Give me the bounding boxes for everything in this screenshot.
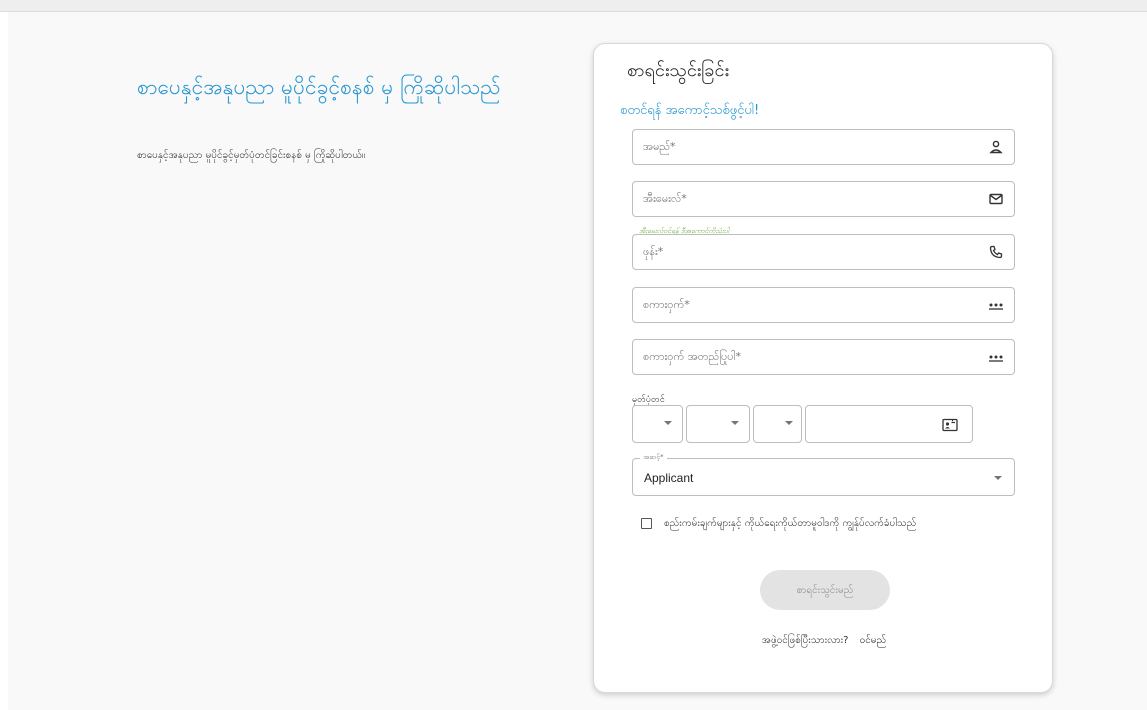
confirm-password-field[interactable]: စကားဝှက် အတည်ပြုပါ* — [632, 339, 1015, 375]
password-dots-icon — [988, 349, 1004, 365]
role-select[interactable]: အဆင့်* Applicant — [632, 453, 1015, 496]
password-dots-icon — [988, 297, 1004, 313]
email-field[interactable]: အီးမေးလ်* — [632, 181, 1015, 217]
welcome-subtitle: စာပေနှင့်အနုပညာ မူပိုင်ခွင့်မှတ်ပုံတင်ခြ… — [137, 150, 366, 161]
person-icon — [988, 139, 1004, 155]
password-field-label: စကားဝှက်* — [643, 298, 690, 311]
login-row: အဖွဲ့ဝင်ဖြစ်ပြီးသားလား? ဝင်မည် — [594, 633, 1054, 648]
login-prompt: အဖွဲ့ဝင်ဖြစ်ပြီးသားလား? — [761, 635, 849, 646]
welcome-title: စာပေနှင့်အနုပညာ မူပိုင်ခွင့်စနစ် မှ ကြို… — [137, 75, 501, 99]
phone-field[interactable]: ဖုန်း* — [632, 234, 1015, 270]
register-card: စာရင်းသွင်းခြင်း စတင်ရန် အကောင့်သစ်ဖွင့်… — [593, 43, 1053, 693]
chevron-down-icon — [731, 421, 739, 425]
phone-field-label: ဖုန်း* — [643, 245, 664, 258]
register-button[interactable]: စာရင်းသွင်းမည် — [760, 570, 890, 610]
role-select-label: အဆင့်* — [640, 453, 667, 463]
nrc-number-input[interactable] — [805, 405, 973, 443]
mail-icon — [988, 191, 1004, 207]
top-bar — [0, 0, 1147, 12]
name-field[interactable]: အမည်* — [632, 129, 1015, 165]
phone-icon — [988, 244, 1004, 260]
chevron-down-icon — [664, 421, 672, 425]
chevron-down-icon — [994, 476, 1002, 480]
nrc-township-select[interactable] — [686, 405, 750, 443]
email-field-label: အီးမေးလ်* — [643, 192, 687, 205]
confirm-password-field-label: စကားဝှက် အတည်ပြုပါ* — [643, 350, 741, 363]
card-subtitle: စတင်ရန် အကောင့်သစ်ဖွင့်ပါ! — [620, 103, 760, 118]
nrc-state-select[interactable] — [632, 405, 683, 443]
terms-label: စည်းကမ်းချက်များနှင့် ကိုယ်ရေးကိုယ်တာမူဝ… — [664, 518, 917, 529]
card-title: စာရင်းသွင်းခြင်း — [627, 60, 730, 81]
name-field-label: အမည်* — [643, 140, 676, 153]
chevron-down-icon — [785, 421, 793, 425]
role-select-value: Applicant — [644, 471, 694, 485]
login-link[interactable]: ဝင်မည် — [860, 635, 887, 646]
id-card-icon — [942, 417, 958, 436]
password-field[interactable]: စကားဝှက်* — [632, 287, 1015, 323]
nrc-type-select[interactable] — [753, 405, 802, 443]
terms-checkbox[interactable] — [641, 518, 652, 529]
